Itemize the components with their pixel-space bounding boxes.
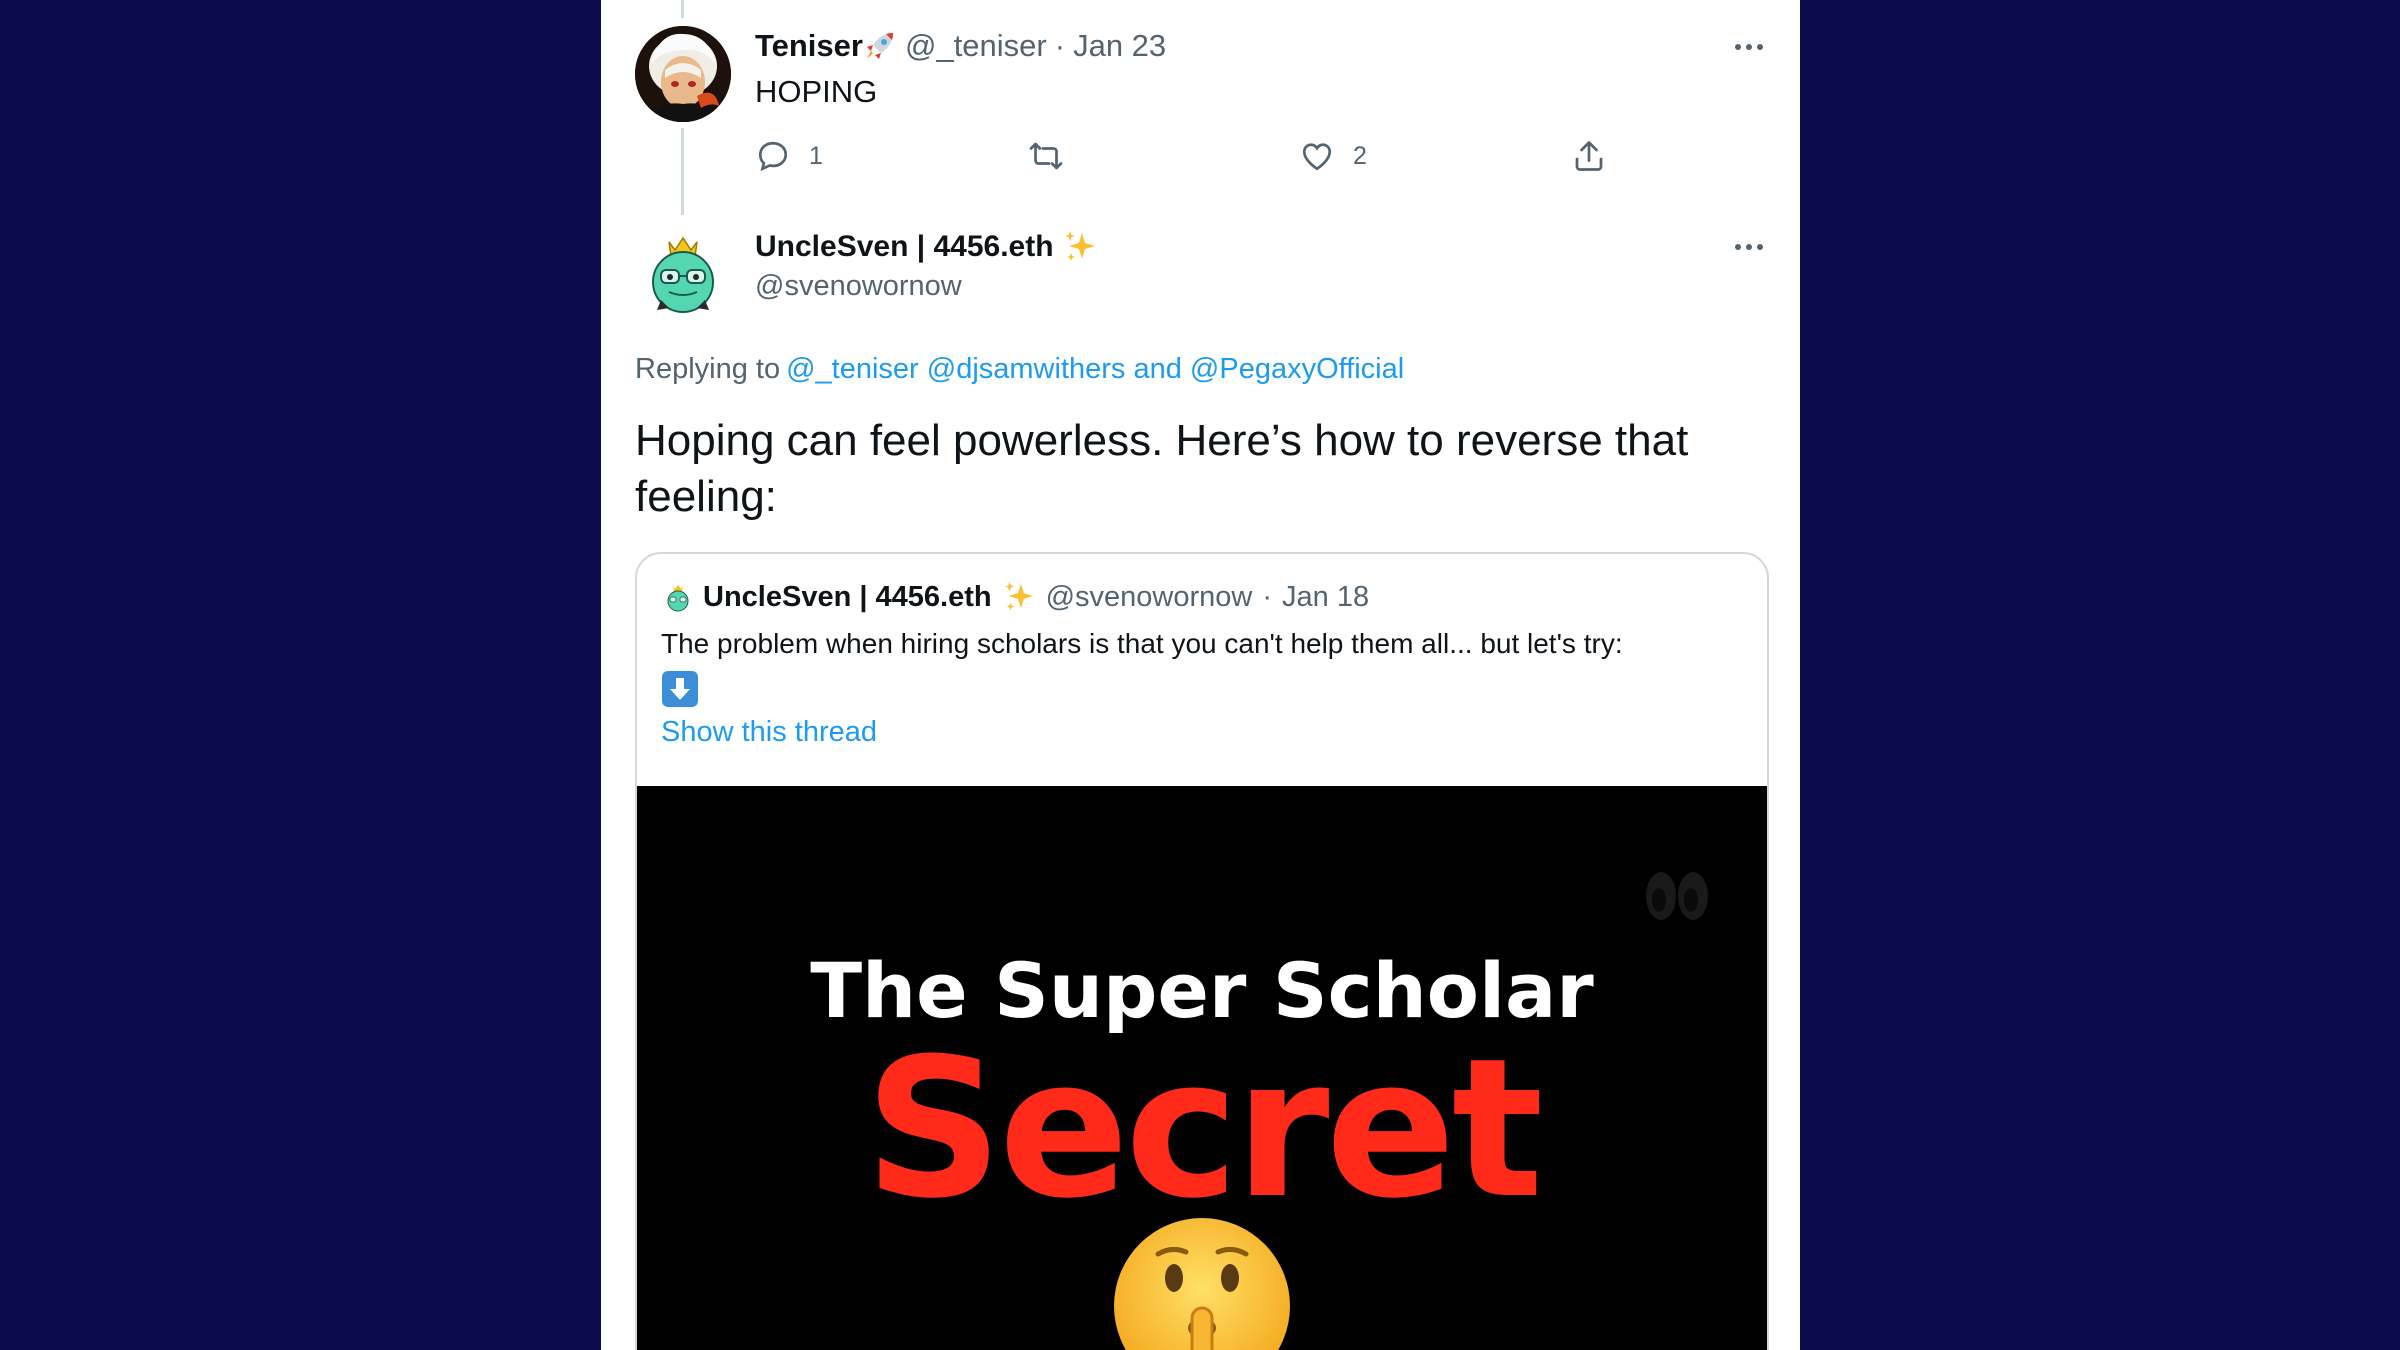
thread-line bbox=[681, 0, 684, 18]
tweet1-date[interactable]: Jan 23 bbox=[1073, 28, 1166, 64]
tweet1-header: Teniser @_teniser · Jan 23 bbox=[755, 28, 1166, 64]
thread-line bbox=[681, 128, 684, 215]
quoted-date: Jan 18 bbox=[1282, 580, 1370, 613]
quoted-display-name: UncleSven | 4456.eth bbox=[703, 580, 992, 613]
retweet-button[interactable] bbox=[1027, 138, 1083, 174]
rocket-emoji bbox=[866, 33, 893, 59]
unclesven-avatar[interactable] bbox=[635, 224, 731, 320]
tweet2-text: Hoping can feel powerless. Here’s how to… bbox=[635, 416, 1689, 521]
quoted-tweet[interactable]: UncleSven | 4456.eth @svenowornow · Jan … bbox=[635, 552, 1769, 1350]
eyes-emoji bbox=[1646, 872, 1708, 920]
quoted-text: The problem when hiring scholars is that… bbox=[661, 628, 1623, 659]
separator-dot: · bbox=[1262, 580, 1273, 613]
quoted-avatar bbox=[667, 585, 689, 612]
tweet1-handle[interactable]: @_teniser bbox=[905, 28, 1047, 64]
more-icon[interactable] bbox=[1729, 32, 1769, 62]
sparkles-emoji bbox=[1064, 231, 1095, 261]
separator-dot: · bbox=[1054, 28, 1066, 63]
shushing-face-emoji bbox=[1114, 1218, 1290, 1350]
share-button[interactable] bbox=[1571, 138, 1607, 174]
show-thread-link[interactable]: Show this thread bbox=[661, 716, 877, 749]
teniser-avatar[interactable] bbox=[635, 26, 731, 122]
tweet1-actions: 1 2 bbox=[755, 138, 1705, 178]
tweet2-header: UncleSven | 4456.eth bbox=[755, 229, 1098, 265]
tweet2-handle[interactable]: @svenowornow bbox=[755, 270, 962, 303]
reply-button[interactable]: 1 bbox=[755, 138, 823, 174]
like-count: 2 bbox=[1353, 141, 1367, 170]
replying-to-mentions[interactable]: @_teniser @djsamwithers and @PegaxyOffic… bbox=[786, 353, 1404, 385]
sparkles-emoji bbox=[1004, 581, 1033, 611]
reply-count: 1 bbox=[809, 141, 823, 170]
quoted-media-image[interactable]: The Super Scholar Secret bbox=[637, 786, 1767, 1350]
tweet1-text: HOPING bbox=[755, 74, 878, 109]
retweet-icon bbox=[1029, 142, 1063, 170]
quoted-tweet-header: UncleSven | 4456.eth @svenowornow · Jan … bbox=[663, 580, 1369, 614]
share-icon bbox=[1575, 141, 1603, 171]
tweet1-display-name[interactable]: Teniser bbox=[755, 28, 863, 64]
quoted-handle: @svenowornow bbox=[1045, 580, 1253, 613]
down-arrow-emoji bbox=[662, 671, 698, 707]
replying-to-line: Replying to @_teniser @djsamwithers and @… bbox=[635, 353, 1404, 386]
reply-icon bbox=[758, 141, 788, 172]
like-button[interactable]: 2 bbox=[1299, 138, 1367, 174]
replying-to-label: Replying to bbox=[635, 353, 781, 385]
media-subtitle: Secret bbox=[864, 1018, 1544, 1241]
like-icon bbox=[1302, 143, 1332, 171]
more-icon[interactable] bbox=[1729, 232, 1769, 262]
tweet-panel: Teniser @_teniser · Jan 23 HOPING 1 2 Un… bbox=[601, 0, 1800, 1350]
tweet2-display-name[interactable]: UncleSven | 4456.eth bbox=[755, 230, 1054, 264]
